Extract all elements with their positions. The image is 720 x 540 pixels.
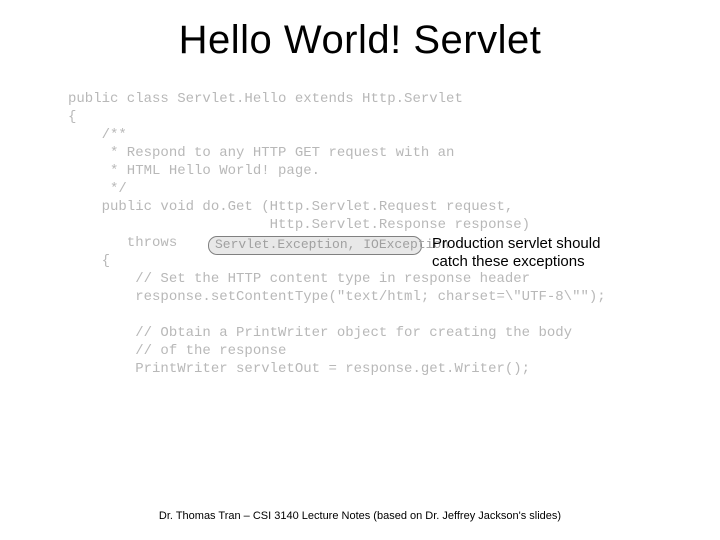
code-line: response.setContentType("text/html; char… — [68, 289, 606, 305]
code-line: // of the response — [68, 343, 286, 359]
code-line: public void do.Get (Http.Servlet.Request… — [68, 199, 513, 215]
code-line: throws — [68, 235, 186, 251]
highlighted-code: Servlet.Exception, IOException — [215, 237, 449, 252]
footer-credits: Dr. Thomas Tran – CSI 3140 Lecture Notes… — [0, 510, 720, 522]
code-line: */ — [68, 181, 127, 197]
code-line: // Obtain a PrintWriter object for creat… — [68, 325, 572, 341]
annotation-line: catch these exceptions — [432, 253, 585, 270]
code-line: // Set the HTTP content type in response… — [68, 271, 530, 287]
annotation-line: Production servlet should — [432, 235, 600, 252]
code-line: PrintWriter servletOut = response.get.Wr… — [68, 361, 530, 377]
code-block: public class Servlet.Hello extends Http.… — [68, 90, 690, 378]
code-line: Http.Servlet.Response response) — [68, 217, 530, 233]
code-line: { — [68, 109, 76, 125]
annotation-text: Production servlet should catch these ex… — [432, 235, 600, 271]
page-title: Hello World! Servlet — [0, 18, 720, 63]
code-line: * HTML Hello World! page. — [68, 163, 320, 179]
code-line: /** — [68, 127, 127, 143]
code-line: { — [68, 253, 110, 269]
code-line: * Respond to any HTTP GET request with a… — [68, 145, 454, 161]
code-line: public class Servlet.Hello extends Http.… — [68, 91, 463, 107]
